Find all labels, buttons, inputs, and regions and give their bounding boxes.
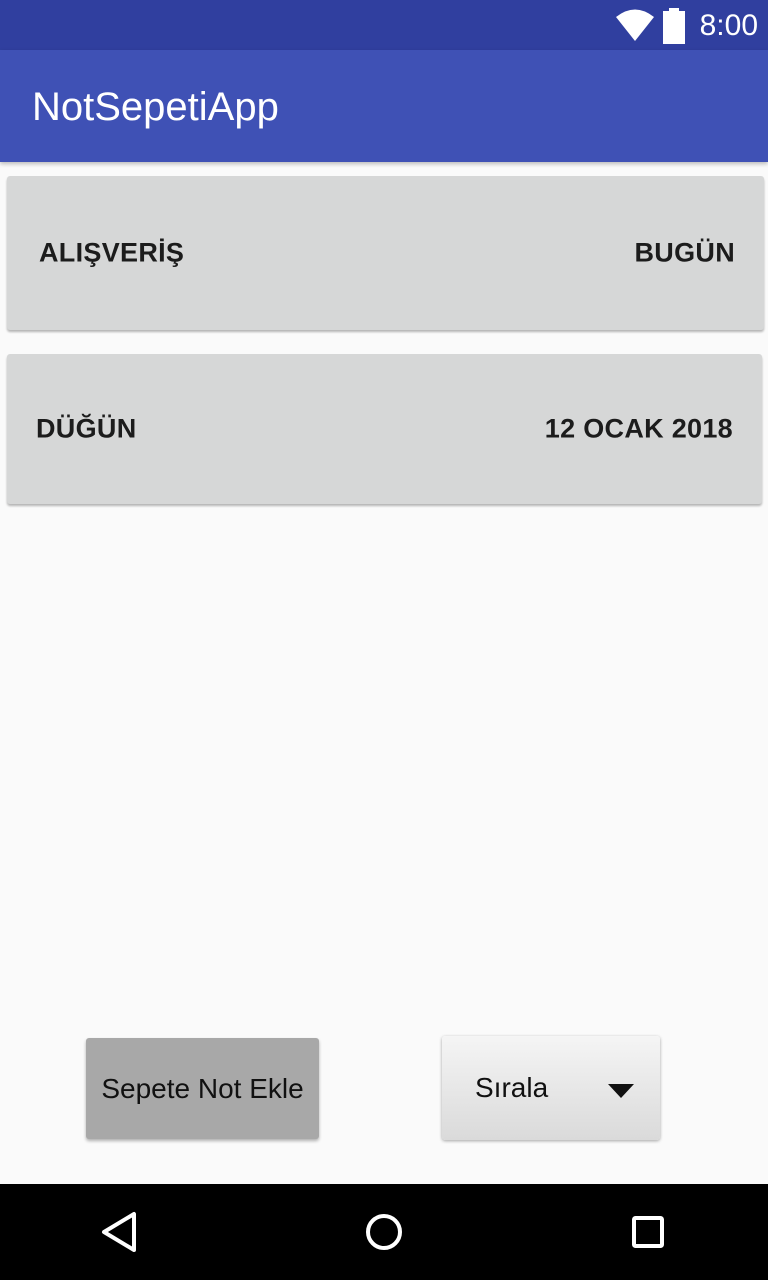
battery-icon — [663, 8, 685, 44]
note-date: 12 OCAK 2018 — [544, 413, 733, 444]
add-note-button[interactable]: Sepete Not Ekle — [86, 1038, 319, 1139]
navigation-bar — [0, 1184, 768, 1280]
wifi-icon — [616, 9, 654, 41]
home-icon[interactable] — [358, 1206, 410, 1258]
status-time: 8:00 — [699, 9, 758, 42]
dropdown-arrow-icon — [608, 1084, 634, 1098]
sort-spinner[interactable]: Sırala — [442, 1036, 660, 1140]
note-title: ALIŞVERİŞ — [39, 237, 185, 268]
note-card[interactable]: ALIŞVERİŞ BUGÜN — [7, 176, 764, 330]
note-card[interactable]: DÜĞÜN 12 OCAK 2018 — [7, 354, 762, 504]
back-icon[interactable] — [94, 1206, 146, 1258]
recents-icon[interactable] — [622, 1206, 674, 1258]
app-bar: NotSepetiApp — [0, 50, 768, 162]
note-title: DÜĞÜN — [36, 413, 137, 444]
app-title: NotSepetiApp — [32, 85, 279, 129]
sort-spinner-value: Sırala — [475, 1072, 549, 1103]
status-bar: 8:00 — [0, 0, 768, 50]
note-date: BUGÜN — [634, 237, 735, 268]
